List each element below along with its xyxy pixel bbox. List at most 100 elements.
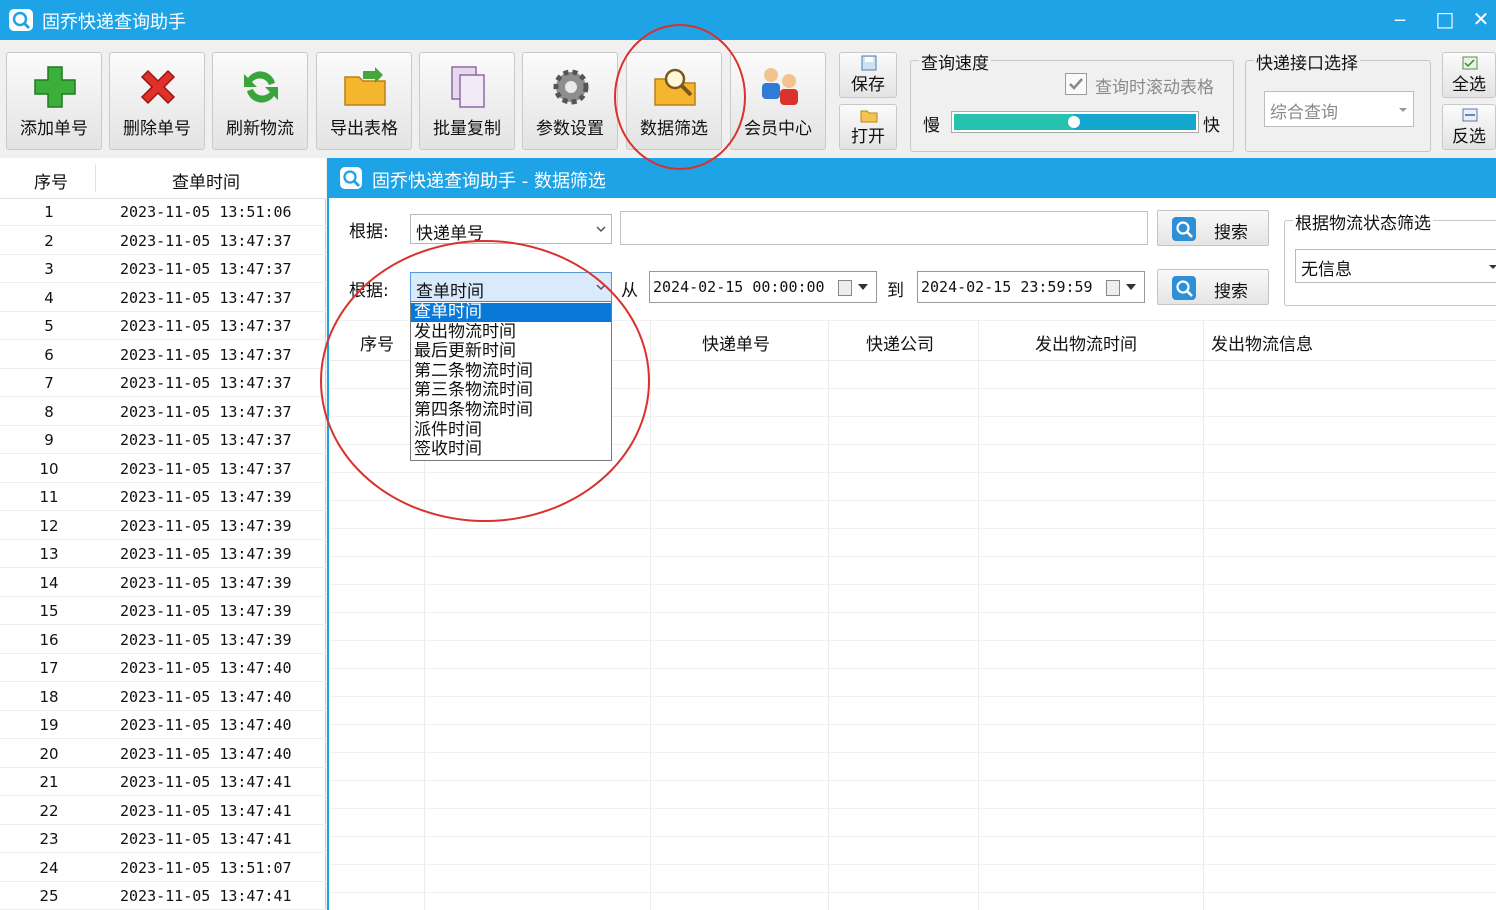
row-query-time: 2023-11-05 13:47:37 [120, 431, 292, 449]
dropdown-option[interactable]: 签收时间 [411, 440, 611, 459]
table-row[interactable]: 22 2023-11-05 13:47:41 [0, 797, 326, 825]
table-row[interactable]: 13 2023-11-05 13:47:39 [0, 540, 326, 568]
export-table-button[interactable]: 导出表格 [316, 52, 412, 150]
row-index: 21 [39, 773, 59, 791]
chevron-down-icon [596, 284, 606, 291]
from-datetime-picker[interactable]: 2024-02-15 00:00:00 [649, 271, 877, 303]
grid-header-dispatch-info[interactable]: 发出物流信息 [1211, 330, 1313, 355]
grid-row-line [330, 724, 1496, 725]
column-header-index[interactable]: 序号 [8, 168, 94, 193]
table-row[interactable]: 24 2023-11-05 13:51:07 [0, 854, 326, 882]
add-number-button[interactable]: 添加单号 [6, 52, 102, 150]
table-row[interactable]: 2 2023-11-05 13:47:37 [0, 227, 326, 255]
add-number-label: 添加单号 [20, 119, 88, 139]
open-button[interactable]: 打开 [839, 104, 897, 150]
row-query-time: 2023-11-05 13:47:37 [120, 260, 292, 278]
magnifier-folder-icon [654, 68, 696, 106]
table-row[interactable]: 8 2023-11-05 13:47:37 [0, 398, 326, 426]
query-speed-title: 查询速度 [919, 49, 991, 74]
query-list-header: 序号 查单时间 [0, 158, 326, 199]
calendar-icon[interactable] [838, 280, 852, 296]
table-row[interactable]: 21 2023-11-05 13:47:41 [0, 768, 326, 796]
dropdown-option[interactable]: 第三条物流时间 [411, 381, 611, 400]
table-row[interactable]: 1 2023-11-05 13:51:06 [0, 198, 326, 226]
table-row[interactable]: 19 2023-11-05 13:47:40 [0, 711, 326, 739]
data-filter-button[interactable]: 数据筛选 [626, 52, 722, 150]
table-row[interactable]: 25 2023-11-05 13:47:41 [0, 882, 326, 910]
logistics-status-filter-title: 根据物流状态筛选 [1293, 209, 1433, 234]
refresh-logistics-button[interactable]: 刷新物流 [212, 52, 308, 150]
table-row[interactable]: 10 2023-11-05 13:47:37 [0, 455, 326, 483]
row-query-time: 2023-11-05 13:47:37 [120, 288, 292, 307]
grid-header-index[interactable]: 序号 [360, 330, 394, 355]
grid-header-courier-company[interactable]: 快递公司 [866, 330, 934, 355]
table-row[interactable]: 11 2023-11-05 13:47:39 [0, 483, 326, 511]
invert-select-button[interactable]: 反选 [1442, 104, 1496, 150]
row-index: 15 [39, 602, 59, 620]
row-index: 14 [39, 573, 59, 592]
scroll-table-checkbox[interactable] [1065, 73, 1087, 95]
minimize-button[interactable]: ‒ [1382, 4, 1418, 34]
row-index: 12 [39, 516, 59, 535]
table-row[interactable]: 6 2023-11-05 13:47:37 [0, 341, 326, 369]
dropdown-option[interactable]: 最后更新时间 [411, 342, 611, 361]
gear-icon [553, 69, 589, 105]
basis-field-select-1[interactable]: 快递单号 [410, 214, 612, 244]
table-row[interactable]: 23 2023-11-05 13:47:41 [0, 825, 326, 853]
courier-api-select[interactable]: 综合查询 [1264, 91, 1414, 127]
speed-slider-thumb[interactable] [1068, 116, 1080, 128]
table-row[interactable]: 18 2023-11-05 13:47:40 [0, 683, 326, 711]
row-index: 7 [44, 374, 54, 392]
grid-header-dispatch-time[interactable]: 发出物流时间 [1035, 330, 1137, 355]
table-row[interactable]: 14 2023-11-05 13:47:39 [0, 569, 326, 597]
grid-row-line [330, 752, 1496, 753]
table-row[interactable]: 16 2023-11-05 13:47:39 [0, 626, 326, 654]
select-all-button[interactable]: 全选 [1442, 52, 1496, 98]
table-row[interactable]: 7 2023-11-05 13:47:37 [0, 369, 326, 397]
row-query-time: 2023-11-05 13:51:07 [120, 858, 292, 877]
dropdown-option[interactable]: 派件时间 [411, 421, 611, 440]
table-row[interactable]: 12 2023-11-05 13:47:39 [0, 512, 326, 540]
settings-button[interactable]: 参数设置 [522, 52, 618, 150]
caret-down-icon[interactable] [858, 284, 868, 290]
to-datetime-picker[interactable]: 2024-02-15 23:59:59 [917, 271, 1145, 303]
filter-window-titlebar: 固乔快递查询助手 - 数据筛选 [329, 158, 1496, 198]
dropdown-option[interactable]: 发出物流时间 [411, 323, 611, 342]
delete-number-button[interactable]: 删除单号 [109, 52, 205, 150]
table-row[interactable]: 17 2023-11-05 13:47:40 [0, 654, 326, 682]
grid-row-line [330, 472, 1496, 473]
grid-header-tracking-number[interactable]: 快递单号 [702, 330, 770, 355]
column-header-query-time[interactable]: 查单时间 [96, 168, 316, 193]
dropdown-option[interactable]: 第四条物流时间 [411, 401, 611, 420]
tracking-number-input[interactable] [620, 211, 1148, 245]
row-index: 6 [44, 345, 54, 364]
row-query-time: 2023-11-05 13:47:39 [120, 573, 292, 592]
open-label: 打开 [851, 127, 885, 147]
table-row[interactable]: 5 2023-11-05 13:47:37 [0, 312, 326, 340]
close-button[interactable]: ✕ [1466, 4, 1496, 34]
batch-copy-button[interactable]: 批量复制 [419, 52, 515, 150]
save-button[interactable]: 保存 [839, 52, 897, 98]
table-row[interactable]: 9 2023-11-05 13:47:37 [0, 426, 326, 454]
caret-down-icon[interactable] [1126, 284, 1136, 290]
search-button-1[interactable]: 搜索 [1157, 210, 1269, 246]
speed-slider[interactable] [951, 111, 1199, 133]
maximize-button[interactable]: □ [1427, 4, 1463, 34]
dropdown-option[interactable]: 查单时间 [411, 303, 611, 322]
logistics-status-select[interactable]: 无信息 [1295, 249, 1496, 283]
dropdown-option[interactable]: 第二条物流时间 [411, 362, 611, 381]
member-center-button[interactable]: 会员中心 [730, 52, 826, 150]
table-row[interactable]: 3 2023-11-05 13:47:37 [0, 255, 326, 283]
grid-row-line [330, 500, 1496, 501]
table-row[interactable]: 4 2023-11-05 13:47:37 [0, 284, 326, 312]
row-index: 5 [44, 317, 54, 335]
delete-number-label: 删除单号 [123, 119, 191, 139]
grid-row-line [330, 584, 1496, 585]
app-magnifier-icon [340, 167, 362, 189]
calendar-icon[interactable] [1106, 280, 1120, 296]
basis-field-select-2[interactable]: 查单时间 [410, 272, 612, 302]
search-button-2[interactable]: 搜索 [1157, 269, 1269, 305]
table-row[interactable]: 20 2023-11-05 13:47:40 [0, 740, 326, 768]
grid-row-line [330, 640, 1496, 641]
table-row[interactable]: 15 2023-11-05 13:47:39 [0, 597, 326, 625]
